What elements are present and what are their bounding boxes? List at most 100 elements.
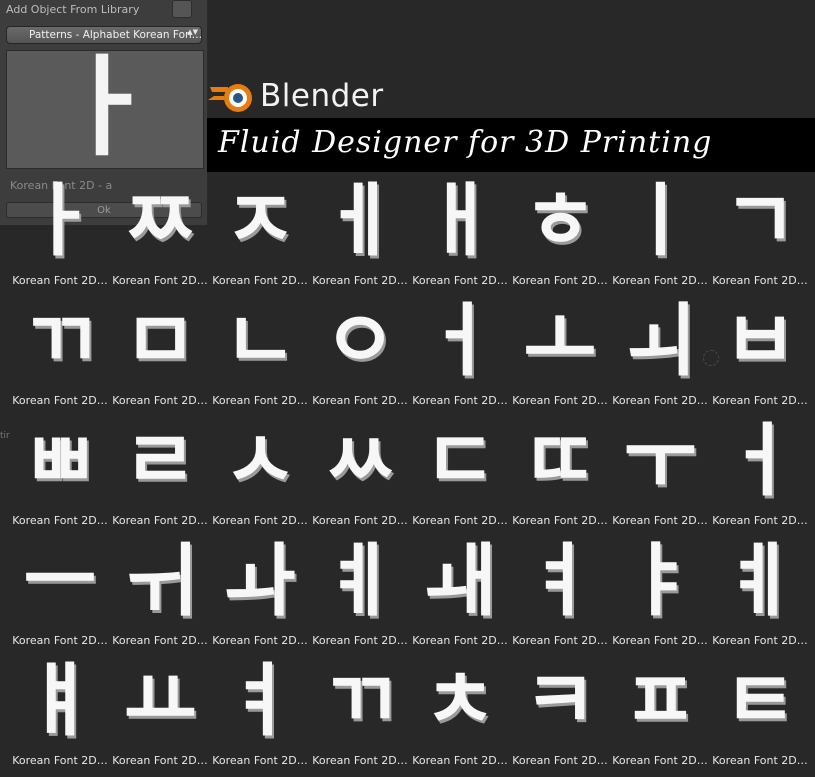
item-label: Korean Font 2D… [412,514,508,527]
item-glyph: ㅘ [223,534,297,627]
item-glyph: ㅒ [23,654,97,747]
preview-glyph: ㅏ [54,50,156,169]
library-item[interactable]: ㅌ Korean Font 2D… [710,653,810,773]
library-item[interactable]: ㅓ Korean Font 2D… [710,413,810,533]
library-item[interactable]: ㅇ Korean Font 2D… [310,293,410,413]
library-item[interactable]: ㅎ Korean Font 2D… [510,173,610,293]
blender-logo-icon [208,84,252,112]
item-glyph: ㅙ [423,534,497,627]
item-glyph: ㅛ [123,654,197,747]
item-glyph: ㅋ [523,654,597,747]
item-label: Korean Font 2D… [512,394,608,407]
library-item[interactable]: ㅏ Korean Font 2D… [10,173,110,293]
library-item[interactable]: ㅑ Korean Font 2D… [610,533,710,653]
library-item[interactable]: ㅅ Korean Font 2D… [210,413,310,533]
library-item[interactable]: ㅘ Korean Font 2D… [210,533,310,653]
item-glyph: ㅖ [323,534,397,627]
item-label: Korean Font 2D… [712,274,808,287]
library-item[interactable]: ㄴ Korean Font 2D… [210,293,310,413]
library-item[interactable]: ㅍ Korean Font 2D… [610,653,710,773]
panel-toggle-button[interactable] [172,0,192,18]
item-glyph: ㅟ [123,534,197,627]
item-label: Korean Font 2D… [112,274,208,287]
library-item[interactable]: ㅕ Korean Font 2D… [510,533,610,653]
dropdown-label: Patterns - Alphabet Korean Fon… [29,29,202,41]
library-item[interactable]: ㅗ Korean Font 2D… [510,293,610,413]
library-item[interactable]: ㅟ Korean Font 2D… [110,533,210,653]
item-label: Korean Font 2D… [612,274,708,287]
category-dropdown[interactable]: Patterns - Alphabet Korean Fon… ▲▼ [6,26,202,44]
item-glyph: ㅕ [223,654,297,747]
item-glyph: ㅕ [523,534,597,627]
side-fragment: tir [0,431,10,441]
library-item[interactable]: ㅡ Korean Font 2D… [10,533,110,653]
item-label: Korean Font 2D… [112,514,208,527]
library-item[interactable]: ㄲ Korean Font 2D… [310,653,410,773]
item-glyph: ㅡ [23,534,97,627]
library-item[interactable]: ㅊ Korean Font 2D… [410,653,510,773]
library-item[interactable]: ㅈ Korean Font 2D… [210,173,310,293]
library-item[interactable]: ㅁ Korean Font 2D… [110,293,210,413]
library-item[interactable]: ㅜ Korean Font 2D… [610,413,710,533]
item-glyph: ㄱ [723,174,797,267]
item-label: Korean Font 2D… [312,514,408,527]
item-glyph: ㅁ [123,294,197,387]
library-item[interactable]: ㅖ Korean Font 2D… [310,533,410,653]
library-item[interactable]: ㅣ Korean Font 2D… [610,173,710,293]
item-label: Korean Font 2D… [312,394,408,407]
title-banner: Fluid Designer for 3D Printing [207,118,815,172]
library-item[interactable]: ㄲ Korean Font 2D… [10,293,110,413]
item-label: Korean Font 2D… [412,274,508,287]
object-preview[interactable]: ㅏ [6,50,204,169]
item-glyph: ㄸ [523,414,597,507]
library-item[interactable]: ㅓ Korean Font 2D… [410,293,510,413]
library-item[interactable]: ㅂ Korean Font 2D… [710,293,810,413]
library-item[interactable]: ㅖ Korean Font 2D… [710,533,810,653]
item-glyph: ㅎ [523,174,597,267]
library-item[interactable]: ㅛ Korean Font 2D… [110,653,210,773]
library-item[interactable]: ㅙ Korean Font 2D… [410,533,510,653]
library-item[interactable]: ㄷ Korean Font 2D… [410,413,510,533]
item-glyph: ㅆ [323,414,397,507]
dropdown-arrows-icon: ▲▼ [187,28,198,36]
item-label: Korean Font 2D… [512,634,608,647]
library-item[interactable]: ㅉ Korean Font 2D… [110,173,210,293]
item-glyph: ㅓ [423,294,497,387]
item-label: Korean Font 2D… [612,634,708,647]
library-item[interactable]: ㅃ Korean Font 2D… [10,413,110,533]
library-item[interactable]: ㅆ Korean Font 2D… [310,413,410,533]
library-item[interactable]: ㅕ Korean Font 2D… [210,653,310,773]
item-glyph: ㅜ [623,414,697,507]
item-label: Korean Font 2D… [312,634,408,647]
item-label: Korean Font 2D… [112,634,208,647]
panel-title: Add Object From Library [6,3,140,16]
item-glyph: ㄹ [123,414,197,507]
item-glyph: ㅑ [623,534,697,627]
blender-logo-text: Blender [260,78,384,114]
item-label: Korean Font 2D… [412,754,508,767]
library-item[interactable]: ㅒ Korean Font 2D… [10,653,110,773]
item-glyph: ㅃ [23,414,97,507]
library-item[interactable]: ㅋ Korean Font 2D… [510,653,610,773]
item-label: Korean Font 2D… [112,754,208,767]
banner-title: Fluid Designer for 3D Printing [218,125,713,160]
library-item[interactable]: ㅐ Korean Font 2D… [410,173,510,293]
item-glyph: ㅇ [323,294,397,387]
item-glyph: ㄲ [23,294,97,387]
item-label: Korean Font 2D… [612,394,708,407]
library-item[interactable]: ㄱ Korean Font 2D… [710,173,810,293]
library-item[interactable]: ㄹ Korean Font 2D… [110,413,210,533]
item-label: Korean Font 2D… [112,394,208,407]
item-label: Korean Font 2D… [612,514,708,527]
item-label: Korean Font 2D… [612,754,708,767]
item-label: Korean Font 2D… [512,514,608,527]
item-glyph: ㅉ [123,174,197,267]
library-item[interactable]: ㅚ Korean Font 2D… [610,293,710,413]
library-grid: ㅏ Korean Font 2D… ㅉ Korean Font 2D… ㅈ Korean … [10,173,815,773]
item-label: Korean Font 2D… [312,274,408,287]
library-item[interactable]: ㅔ Korean Font 2D… [310,173,410,293]
item-glyph: ㅗ [523,294,597,387]
item-label: Korean Font 2D… [212,394,308,407]
library-item[interactable]: ㄸ Korean Font 2D… [510,413,610,533]
item-label: Korean Font 2D… [712,754,808,767]
